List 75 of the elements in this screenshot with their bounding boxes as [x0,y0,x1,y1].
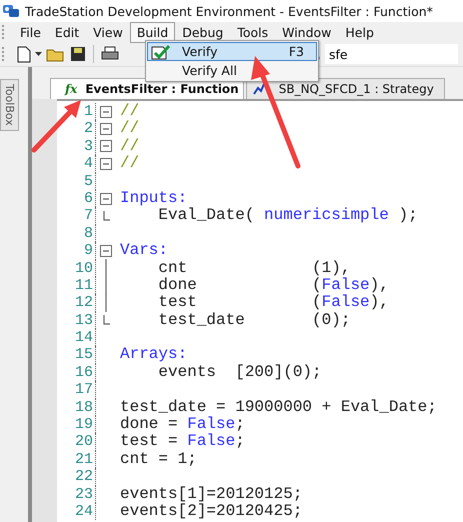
line-number: 20 [57,433,96,451]
menu-item[interactable]: File [13,22,48,42]
line-number: 7 [57,207,96,225]
line-number: 3 [57,138,96,156]
code-line: done = False; [119,416,245,434]
save-icon[interactable] [70,46,86,62]
line-number: 12 [57,294,96,312]
line-number: 11 [57,276,96,294]
line-number: 15 [57,346,96,364]
code-line: cnt = 1; [119,450,197,468]
code-line: test_date = 19000000 + Eval_Date; [119,398,437,416]
code-line: events [200](0); [157,364,322,382]
annotation-arrow [32,100,81,152]
collapse-icon[interactable] [100,244,112,257]
code-line: events[1]=20120125; [119,486,302,503]
code-line: Arrays: [119,346,188,364]
code-line: events[2]=20120425; [119,502,302,520]
collapse-icon[interactable] [100,123,112,136]
line-number: 9 [57,242,96,260]
collapse-icon[interactable] [100,158,112,170]
fold-end-line [102,315,110,326]
menu-item[interactable]: Verify F3 [147,42,317,61]
code-line: cnt (1), [157,260,350,277]
function-icon: fx [65,82,78,96]
code-line: // [119,138,140,155]
line-number: 19 [57,416,96,434]
menu-item[interactable]: View [86,22,130,42]
collapse-icon[interactable] [100,106,112,118]
line-number: 16 [57,364,96,382]
menu-item[interactable]: Edit [48,22,86,42]
code-line: Inputs: [119,190,188,207]
side-tab[interactable]: ToolBox [0,79,19,131]
code-line: // [119,155,140,173]
line-number: 21 [57,450,96,468]
collapse-icon[interactable] [100,192,112,205]
line-number: 2 [57,120,96,138]
fold-end-line [102,211,110,222]
line-number: 5 [57,172,96,190]
line-number: 10 [57,260,96,277]
menu-item[interactable]: Help [338,22,381,42]
checkmark-document-icon [151,44,173,60]
editor-tab[interactable]: fx EventsFilter : Function [50,78,244,99]
new-document-icon[interactable] [17,46,31,62]
line-number: 8 [57,224,96,242]
chart-line-icon [252,83,265,95]
line-number: 17 [57,381,96,399]
code-line: test = False; [119,433,245,451]
line-number: 24 [57,502,96,520]
line-number: 18 [57,398,96,416]
code-line: // [119,120,140,138]
grip-icon [2,47,7,61]
line-number: 4 [57,155,96,173]
code-line: // [119,103,140,120]
menu-item[interactable]: Verify All [147,61,317,80]
line-number: 13 [57,312,96,330]
code-line: done (False), [157,276,389,294]
line-number: 6 [57,190,96,208]
menu-item[interactable]: Debug [175,22,230,42]
code-editor[interactable] [57,99,463,522]
window-title: TradeStation Development Environment - EventsFilter : Function* [25,4,433,18]
code-line: test (False), [157,294,389,312]
menu-item[interactable]: Tools [230,22,276,42]
printer-icon[interactable] [101,46,119,62]
menu-item[interactable]: Window [275,22,338,42]
collapse-icon[interactable] [100,140,112,152]
code-line: Vars: [119,242,168,260]
line-number: 22 [57,468,96,486]
line-number: 23 [57,486,96,503]
search-field[interactable]: sfe [325,44,458,64]
editor-tab[interactable]: SB_NQ_SFCD_1 : Strategy [246,78,445,99]
code-line: Eval_Date( numericsimple ); [157,207,418,225]
grip-icon [2,25,7,39]
caret-icon[interactable] [35,52,42,56]
line-number: 14 [57,329,96,346]
code-line: test_date (0); [157,312,350,330]
